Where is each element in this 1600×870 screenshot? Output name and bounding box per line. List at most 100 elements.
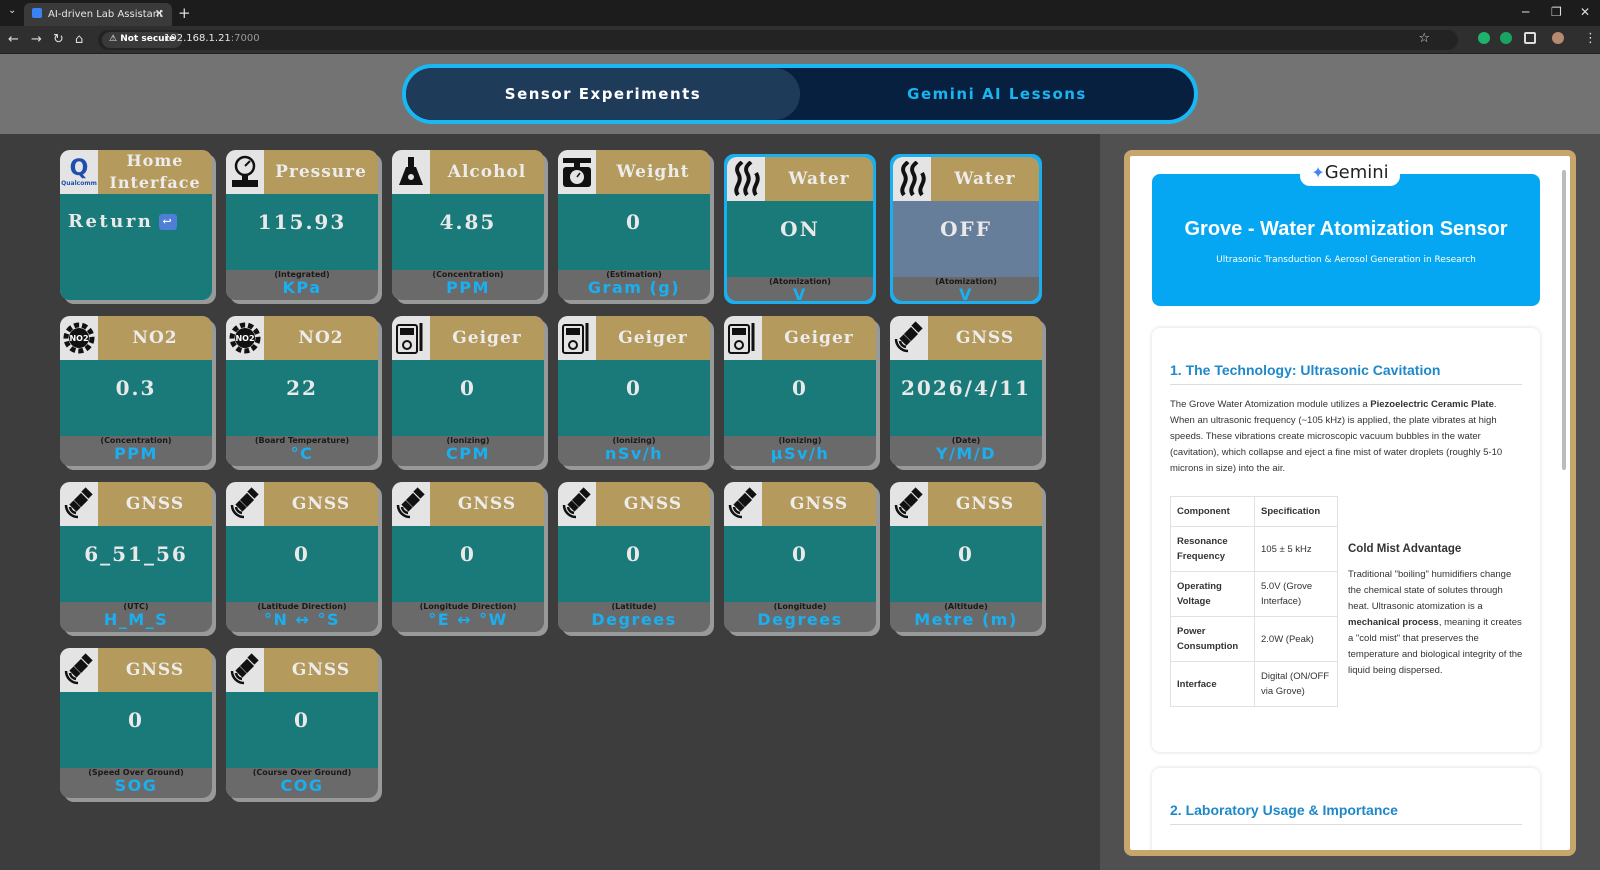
- restore-icon[interactable]: ❐: [1551, 5, 1562, 19]
- profile-avatar[interactable]: [1552, 32, 1564, 44]
- sensor-card-water-on[interactable]: Water ON (Atomization) V: [724, 154, 876, 304]
- return-icon[interactable]: ↩: [159, 214, 178, 230]
- no2-gear-icon: NO2: [60, 316, 98, 360]
- tab-sensor-experiments[interactable]: Sensor Experiments: [406, 68, 800, 120]
- reload-icon[interactable]: ↻: [53, 32, 64, 47]
- tab-gemini-lessons[interactable]: Gemini AI Lessons: [800, 68, 1194, 120]
- card-value: 0.3: [115, 376, 157, 400]
- lesson-title: Grove - Water Atomization Sensor: [1184, 218, 1508, 240]
- card-unit: Gram (g): [587, 278, 681, 297]
- satellite-icon: [558, 482, 596, 526]
- card-title: NO2: [298, 328, 344, 348]
- app-header: Sensor Experiments Gemini AI Lessons: [0, 54, 1600, 134]
- home-icon[interactable]: ⌂: [75, 32, 83, 47]
- card-value: 115.93: [257, 210, 347, 234]
- section-lab-usage: 2. Laboratory Usage & Importance: [1152, 768, 1540, 850]
- sensor-card-alcohol[interactable]: Alcohol 4.85 (Concentration) PPM: [392, 150, 544, 300]
- extensions-puzzle-icon[interactable]: [1524, 32, 1536, 44]
- sensor-card-geiger-nsv[interactable]: Geiger 0 (Ionizing) nSv/h: [558, 316, 710, 466]
- sensor-card-gnss-sog[interactable]: GNSS 0 (Speed Over Ground) SOG: [60, 648, 212, 798]
- card-title: GNSS: [789, 494, 849, 514]
- card-title: Water: [954, 169, 1016, 189]
- card-value: 0: [958, 542, 974, 566]
- no2-gear-icon: NO2: [226, 316, 264, 360]
- spec-header-component: Component: [1170, 496, 1255, 527]
- sensor-card-home[interactable]: Q Qualcomm Home Interface Return ↩: [60, 150, 212, 300]
- card-title: Geiger: [784, 328, 854, 348]
- forward-icon[interactable]: →: [31, 32, 42, 47]
- card-value: 0: [460, 542, 476, 566]
- card-unit: °E ↔ °W: [428, 610, 508, 629]
- sensor-card-gnss-lon[interactable]: GNSS 0 (Longitude) Degrees: [724, 482, 876, 632]
- sensor-card-water-off[interactable]: Water OFF (Atomization) V: [890, 154, 1042, 304]
- card-value: 0: [626, 542, 642, 566]
- sensor-card-no2-temp[interactable]: NO2 NO2 22 (Board Temperature) °C: [226, 316, 378, 466]
- gemini-logo: ✦Gemini: [1300, 160, 1400, 186]
- sensor-card-geiger-cpm[interactable]: Geiger 0 (Ionizing) CPM: [392, 316, 544, 466]
- card-unit: SOG: [114, 776, 158, 795]
- table-row: Power Consumption 2.0W (Peak): [1170, 616, 1338, 662]
- card-value: 0: [792, 542, 808, 566]
- card-unit: KPa: [282, 278, 322, 297]
- geiger-counter-icon: [558, 316, 596, 360]
- scrollbar[interactable]: [1562, 170, 1566, 470]
- minimize-icon[interactable]: ─: [1522, 5, 1529, 19]
- satellite-icon: [60, 482, 98, 526]
- steam-icon: [893, 157, 931, 201]
- close-window-icon[interactable]: ✕: [1580, 5, 1590, 19]
- card-value: 2026/4/11: [900, 376, 1032, 400]
- svg-text:NO2: NO2: [69, 334, 88, 343]
- browser-tab-bar: ⌄ AI-driven Lab Assistant ✕ + ─ ❐ ✕: [0, 0, 1600, 26]
- sensor-card-geiger-usv[interactable]: Geiger 0 (Ionizing) μSv/h: [724, 316, 876, 466]
- sensor-card-gnss-londir[interactable]: GNSS 0 (Longitude Direction) °E ↔ °W: [392, 482, 544, 632]
- bookmark-star-icon[interactable]: ☆: [1418, 31, 1430, 46]
- new-tab-icon[interactable]: +: [178, 4, 191, 22]
- tab-search-icon[interactable]: ⌄: [8, 5, 16, 16]
- section1-title: 1. The Technology: Ultrasonic Cavitation: [1170, 362, 1522, 385]
- card-unit: Y/M/D: [936, 444, 996, 463]
- browser-tab[interactable]: AI-driven Lab Assistant ✕: [24, 3, 172, 26]
- card-value: 0: [128, 708, 144, 732]
- sensor-card-pressure[interactable]: Pressure 115.93 (Integrated) KPa: [226, 150, 378, 300]
- back-icon[interactable]: ←: [8, 32, 19, 47]
- card-value: OFF: [940, 217, 992, 241]
- sensor-card-gnss-lat[interactable]: GNSS 0 (Latitude) Degrees: [558, 482, 710, 632]
- sensor-card-gnss-utc[interactable]: GNSS 6_51_56 (UTC) H_M_S: [60, 482, 212, 632]
- card-title: NO2: [132, 328, 178, 348]
- geiger-counter-icon: [724, 316, 762, 360]
- close-tab-icon[interactable]: ✕: [155, 7, 164, 20]
- satellite-icon: [890, 316, 928, 360]
- geiger-counter-icon: [392, 316, 430, 360]
- satellite-icon: [60, 648, 98, 692]
- card-unit: CPM: [446, 444, 490, 463]
- sensor-card-gnss-date[interactable]: GNSS 2026/4/11 (Date) Y/M/D: [890, 316, 1042, 466]
- sensor-card-gnss-cog[interactable]: GNSS 0 (Course Over Ground) COG: [226, 648, 378, 798]
- url-field[interactable]: ⚠ Not secure 192.168.1.21:7000 ☆: [98, 30, 1458, 50]
- extension-grammar-icon[interactable]: [1500, 32, 1512, 44]
- scale-icon: [558, 150, 596, 194]
- satellite-icon: [226, 648, 264, 692]
- card-title: Geiger: [452, 328, 522, 348]
- card-title: Alcohol: [447, 162, 527, 182]
- card-title: GNSS: [623, 494, 683, 514]
- card-unit: °C: [290, 444, 314, 463]
- card-title: Home Interface: [109, 151, 201, 192]
- sensor-card-gnss-latdir[interactable]: GNSS 0 (Latitude Direction) °N ↔ °S: [226, 482, 378, 632]
- card-title: GNSS: [125, 494, 185, 514]
- sensor-card-no2-ppm[interactable]: NO2 NO2 0.3 (Concentration) PPM: [60, 316, 212, 466]
- card-title: GNSS: [955, 494, 1015, 514]
- tab-title: AI-driven Lab Assistant: [48, 9, 164, 20]
- menu-icon[interactable]: ⋮: [1584, 31, 1597, 46]
- card-unit: V: [793, 285, 807, 301]
- lesson-frame: ✦Gemini Grove - Water Atomization Sensor…: [1124, 150, 1576, 856]
- lesson-hero: Grove - Water Atomization Sensor Ultraso…: [1152, 174, 1540, 306]
- card-unit: COG: [280, 776, 324, 795]
- card-title: Weight: [616, 162, 690, 182]
- card-unit: Metre (m): [914, 610, 1018, 629]
- sensor-card-gnss-alt[interactable]: GNSS 0 (Altitude) Metre (m): [890, 482, 1042, 632]
- card-title: Geiger: [618, 328, 688, 348]
- section2-title: 2. Laboratory Usage & Importance: [1170, 802, 1522, 825]
- sensor-card-weight[interactable]: Weight 0 (Estimation) Gram (g): [558, 150, 710, 300]
- extension-shield-icon[interactable]: [1478, 32, 1490, 44]
- card-value: 6_51_56: [84, 542, 188, 566]
